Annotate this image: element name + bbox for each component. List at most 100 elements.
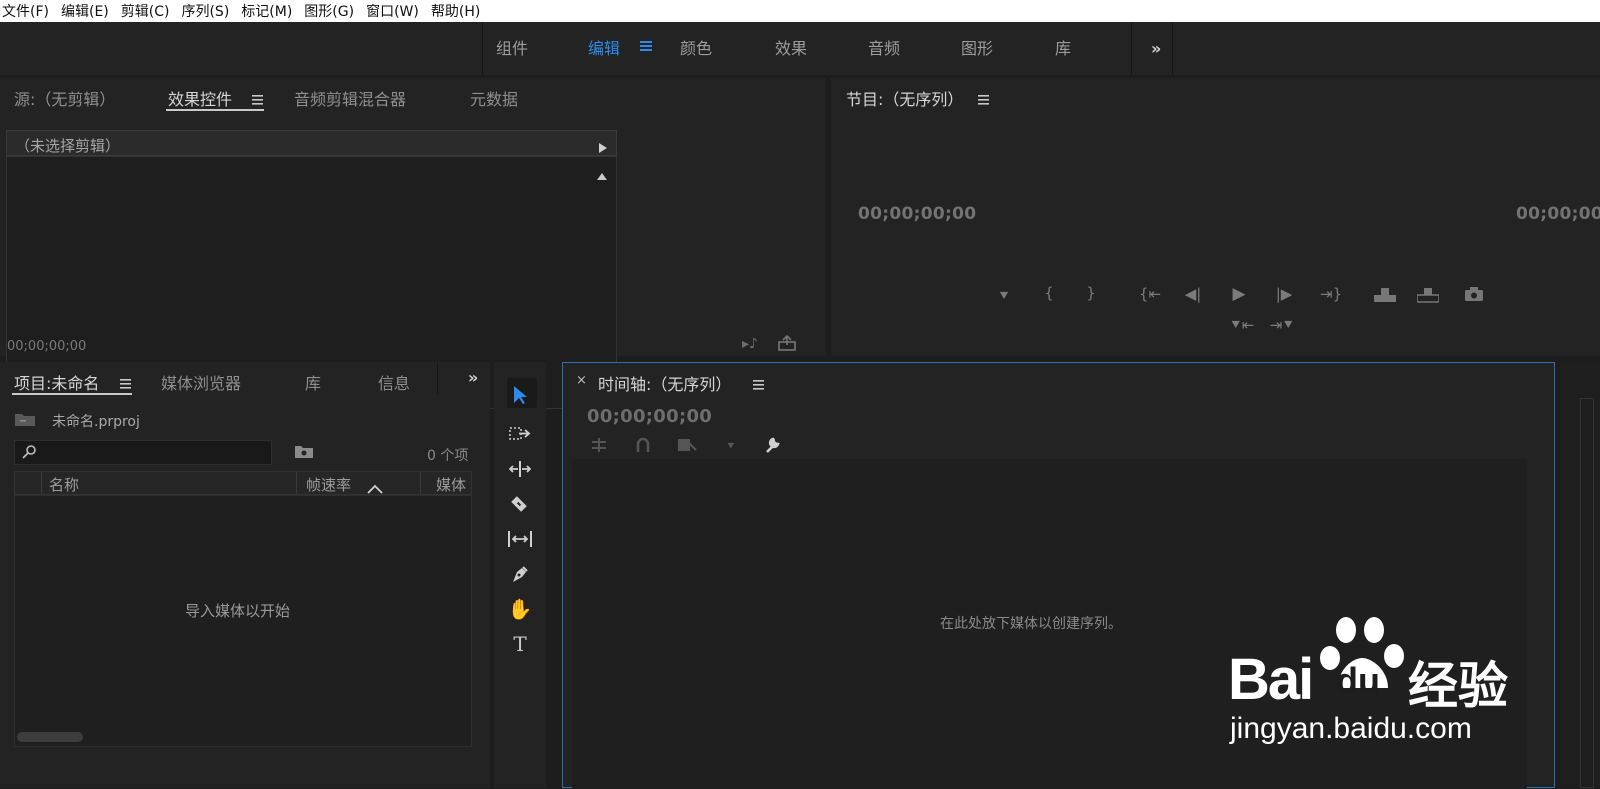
expand-arrow-icon[interactable] bbox=[599, 138, 607, 157]
divider bbox=[437, 362, 438, 394]
selection-tool-icon[interactable] bbox=[503, 380, 537, 410]
lift-icon[interactable] bbox=[1374, 287, 1396, 307]
workspace-tab-color[interactable]: 颜色 bbox=[680, 22, 712, 75]
effect-timecode: 00;00;00;00 bbox=[7, 339, 87, 354]
tab-libraries[interactable]: 库 bbox=[305, 370, 321, 394]
divider bbox=[296, 472, 297, 494]
tab-effect-controls[interactable]: 效果控件 bbox=[168, 86, 232, 110]
drop-media-hint: 在此处放下媒体以创建序列。 bbox=[940, 616, 1122, 632]
watermark-brand-du: du bbox=[1336, 660, 1380, 701]
panel-overflow-icon[interactable]: » bbox=[468, 368, 478, 387]
wrench-icon[interactable] bbox=[763, 436, 781, 458]
track-select-tool-icon[interactable] bbox=[503, 419, 537, 449]
insert-icon[interactable]: ⯆⇤ bbox=[1229, 316, 1255, 334]
mark-out-icon[interactable]: } bbox=[1081, 284, 1101, 302]
scroll-up-icon[interactable] bbox=[597, 165, 607, 184]
baidu-watermark: Bai du 经验 jingyan.baidu.com bbox=[1228, 616, 1518, 756]
hand-tool-icon[interactable]: ✋ bbox=[503, 594, 537, 624]
go-to-in-icon[interactable]: {⇤ bbox=[1139, 285, 1161, 303]
panel-menu-icon[interactable] bbox=[978, 91, 990, 110]
project-file-name: 未命名.prproj bbox=[52, 414, 140, 430]
menu-sequence[interactable]: 序列(S) bbox=[179, 1, 235, 21]
tab-source[interactable]: 源:（无剪辑） bbox=[14, 86, 115, 110]
project-folder-icon bbox=[14, 411, 36, 431]
add-marker-icon[interactable]: ⯆ bbox=[726, 439, 736, 454]
workspace-tab-assembly[interactable]: 组件 bbox=[496, 22, 528, 75]
clip-header: （未选择剪辑） bbox=[6, 130, 617, 156]
workspace-tab-effects[interactable]: 效果 bbox=[775, 22, 807, 75]
tab-audio-clip-mixer[interactable]: 音频剪辑混合器 bbox=[294, 86, 406, 110]
menu-help[interactable]: 帮助(H) bbox=[429, 1, 486, 21]
menu-clip[interactable]: 剪辑(C) bbox=[119, 1, 176, 21]
menu-edit[interactable]: 编辑(E) bbox=[59, 1, 115, 21]
workspace-tab-audio[interactable]: 音频 bbox=[868, 22, 900, 75]
export-icon[interactable] bbox=[778, 334, 796, 355]
snap-icon[interactable] bbox=[635, 437, 651, 457]
workspace-tab-graphics[interactable]: 图形 bbox=[961, 22, 993, 75]
workspace-overflow-icon[interactable]: » bbox=[1151, 22, 1161, 75]
watermark-brand: Bai bbox=[1228, 647, 1314, 712]
step-forward-icon[interactable]: |▶ bbox=[1274, 285, 1294, 303]
extract-icon[interactable] bbox=[1416, 287, 1440, 307]
type-tool-icon[interactable]: T bbox=[503, 629, 537, 659]
program-duration-timecode: 00;00;00;00 bbox=[1516, 204, 1600, 224]
workspace-menu-icon[interactable] bbox=[640, 38, 652, 52]
item-count: 0 个项 bbox=[427, 448, 469, 464]
mark-in-icon[interactable]: { bbox=[1039, 284, 1059, 302]
slip-tool-icon[interactable] bbox=[503, 524, 537, 554]
tab-info[interactable]: 信息 bbox=[378, 370, 410, 394]
go-to-out-icon[interactable]: ⇥} bbox=[1320, 285, 1342, 303]
program-playhead-timecode[interactable]: 00;00;00;00 bbox=[858, 204, 976, 224]
program-title[interactable]: 节目:（无序列） bbox=[846, 86, 963, 110]
timeline-title[interactable]: 时间轴:（无序列） bbox=[598, 371, 731, 395]
panel-menu-icon[interactable] bbox=[753, 376, 765, 395]
project-panel: 项目:未命名 媒体浏览器 库 信息 » 未命名.prproj 0 个项 名称 帧… bbox=[0, 362, 490, 788]
new-search-bin-icon[interactable] bbox=[294, 443, 314, 463]
effect-controls-panel: 源:（无剪辑） 效果控件 音频剪辑混合器 元数据 （未选择剪辑） 00;00;0… bbox=[0, 78, 826, 409]
linked-selection-icon[interactable] bbox=[677, 437, 697, 457]
menu-graphics[interactable]: 图形(G) bbox=[302, 1, 360, 21]
ripple-edit-tool-icon[interactable] bbox=[503, 454, 537, 484]
watermark-jingyan: 经验 bbox=[1408, 658, 1508, 714]
step-back-icon[interactable]: ◀| bbox=[1183, 285, 1203, 303]
menu-markers[interactable]: 标记(M) bbox=[239, 1, 298, 21]
divider bbox=[1131, 22, 1132, 75]
nest-icon[interactable] bbox=[590, 437, 608, 457]
divider bbox=[1172, 22, 1173, 75]
play-icon[interactable]: ▶ bbox=[1229, 284, 1249, 304]
overwrite-icon[interactable]: ⇥⯆ bbox=[1269, 316, 1295, 334]
menu-window[interactable]: 窗口(W) bbox=[364, 1, 425, 21]
divider bbox=[41, 472, 42, 494]
watermark-url: jingyan.baidu.com bbox=[1230, 712, 1472, 745]
razor-tool-icon[interactable] bbox=[503, 489, 537, 519]
active-tab-underline bbox=[166, 109, 264, 111]
column-frame-rate[interactable]: 帧速率 bbox=[306, 474, 351, 495]
divider bbox=[420, 472, 421, 494]
tab-metadata[interactable]: 元数据 bbox=[470, 86, 518, 110]
horizontal-scrollbar[interactable] bbox=[17, 732, 83, 742]
column-header-row: 名称 帧速率 媒体 bbox=[14, 471, 472, 495]
audio-meter bbox=[1580, 398, 1594, 788]
column-media[interactable]: 媒体 bbox=[436, 474, 466, 495]
menu-bar: 文件(F) 编辑(E) 剪辑(C) 序列(S) 标记(M) 图形(G) 窗口(W… bbox=[0, 0, 1600, 22]
workspace-bar: 组件 编辑 颜色 效果 音频 图形 库 » bbox=[0, 22, 1600, 75]
column-name[interactable]: 名称 bbox=[49, 474, 79, 495]
close-timeline-icon[interactable]: × bbox=[576, 373, 587, 388]
program-monitor-panel: 节目:（无序列） 00;00;00;00 00;00;00;00 ⯆ { } {… bbox=[831, 78, 1600, 356]
workspace-tab-libraries[interactable]: 库 bbox=[1055, 22, 1071, 75]
project-item-list[interactable]: 导入媒体以开始 bbox=[14, 495, 472, 747]
panel-menu-icon[interactable] bbox=[252, 91, 264, 110]
add-marker-icon[interactable]: ⯆ bbox=[994, 287, 1014, 305]
timeline-playhead-timecode[interactable]: 00;00;00;00 bbox=[587, 406, 712, 427]
pen-tool-icon[interactable] bbox=[503, 559, 537, 589]
workspace-tab-editing[interactable]: 编辑 bbox=[588, 22, 620, 75]
tab-project[interactable]: 项目:未命名 bbox=[14, 370, 99, 394]
divider bbox=[482, 22, 483, 75]
search-input[interactable] bbox=[14, 440, 272, 465]
panel-menu-icon[interactable] bbox=[120, 375, 132, 394]
play-audio-icon[interactable]: ▸♪ bbox=[742, 336, 758, 352]
menu-file[interactable]: 文件(F) bbox=[0, 1, 55, 21]
import-media-hint: 导入媒体以开始 bbox=[185, 602, 291, 620]
camera-icon[interactable] bbox=[1464, 286, 1484, 306]
tab-media-browser[interactable]: 媒体浏览器 bbox=[161, 370, 241, 394]
